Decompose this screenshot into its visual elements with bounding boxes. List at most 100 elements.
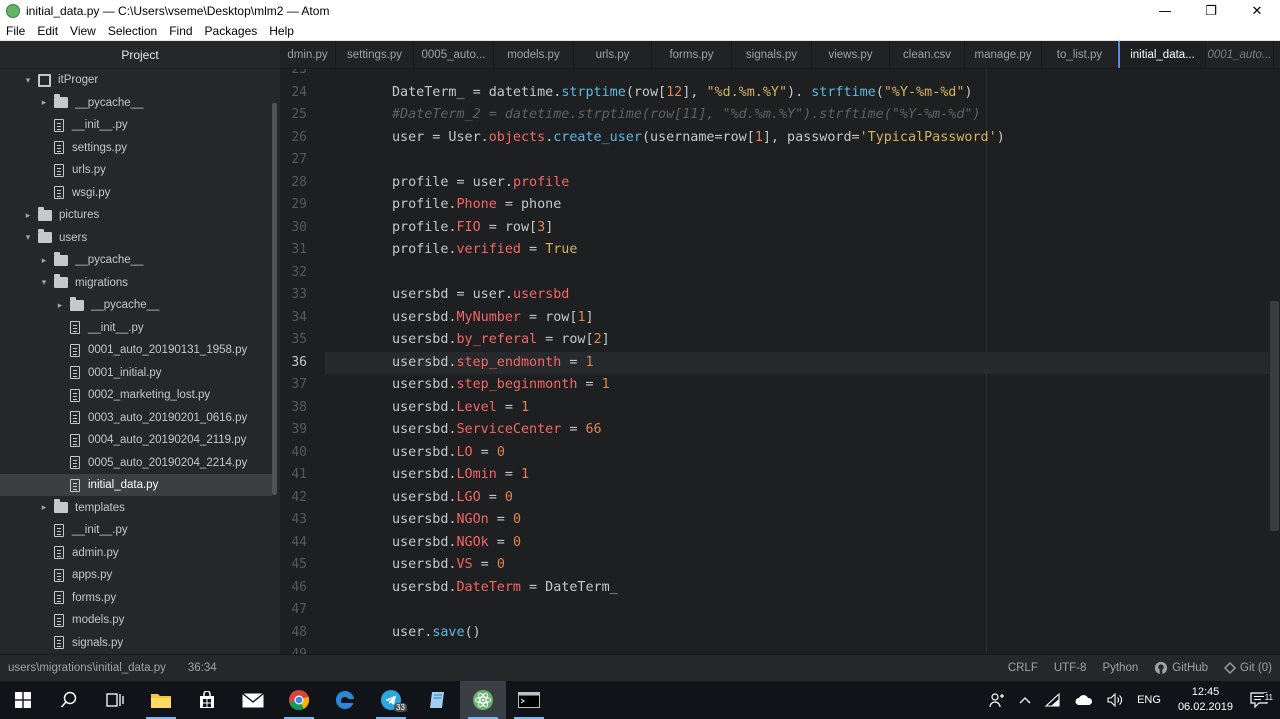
tree-item[interactable]: 0001_initial.py <box>0 362 272 384</box>
store-button[interactable] <box>184 681 230 719</box>
clock[interactable]: 12:45 06.02.2019 <box>1168 685 1243 715</box>
tree-item[interactable]: ▾ migrations <box>0 272 272 294</box>
file-icon <box>54 523 64 537</box>
tree-item[interactable]: initial_data.py <box>0 474 272 496</box>
tree-item[interactable]: ▸ __pycache__ <box>0 249 272 271</box>
editor-tab[interactable]: manage.py <box>965 41 1042 68</box>
tree-item[interactable]: ▸ __pycache__ <box>0 294 272 316</box>
telegram-button[interactable]: 33 <box>368 681 414 719</box>
tree-item-label: pictures <box>59 209 100 221</box>
status-github[interactable]: GitHub <box>1146 661 1216 675</box>
tree-item[interactable]: admin.py <box>0 542 272 564</box>
chevron-right-icon[interactable]: ▸ <box>38 502 50 513</box>
minimize-button[interactable]: — <box>1142 0 1188 22</box>
menu-packages[interactable]: Packages <box>199 24 264 38</box>
status-encoding[interactable]: UTF-8 <box>1046 662 1095 674</box>
editor-tab[interactable]: dmin.py <box>280 41 336 68</box>
chevron-right-icon[interactable]: ▸ <box>38 255 50 266</box>
onedrive-button[interactable] <box>1068 694 1100 706</box>
chevron-down-icon[interactable]: ▾ <box>22 232 34 243</box>
show-hidden-icons-button[interactable] <box>1012 696 1038 704</box>
tree-scrollbar[interactable] <box>272 103 277 495</box>
volume-button[interactable] <box>1100 693 1130 707</box>
tree-item[interactable]: models.py <box>0 609 272 631</box>
editor-tab[interactable]: views.py <box>812 41 890 68</box>
status-file-path[interactable]: users\migrations\initial_data.py <box>0 662 174 674</box>
chrome-button[interactable] <box>276 681 322 719</box>
menu-help[interactable]: Help <box>263 24 300 38</box>
code-token: usersbd. <box>392 354 457 370</box>
chevron-down-icon[interactable]: ▾ <box>38 277 50 288</box>
tree-item-label: migrations <box>75 276 129 289</box>
folder-icon <box>38 206 52 221</box>
chevron-right-icon[interactable]: ▸ <box>22 210 34 221</box>
people-button[interactable] <box>982 692 1012 708</box>
tree-item[interactable]: 0001_auto_20190131_1958.py <box>0 339 272 361</box>
chevron-right-icon[interactable]: ▸ <box>54 300 66 311</box>
menu-edit[interactable]: Edit <box>31 24 64 38</box>
tree-item[interactable]: ▾ users <box>0 227 272 249</box>
file-explorer-button[interactable] <box>138 681 184 719</box>
start-button[interactable] <box>0 681 46 719</box>
menu-find[interactable]: Find <box>163 24 198 38</box>
tree-item[interactable]: __init__.py <box>0 317 272 339</box>
terminal-button[interactable] <box>506 681 552 719</box>
tree-item[interactable]: signals.py <box>0 632 272 654</box>
code-token: ], <box>682 84 707 100</box>
chevron-down-icon[interactable]: ▾ <box>22 75 34 86</box>
tree-item[interactable]: 0004_auto_20190204_2119.py <box>0 429 272 451</box>
tree-item[interactable]: ▸ __pycache__ <box>0 92 272 114</box>
code-token: LO <box>456 444 473 460</box>
tree-item[interactable]: 0005_auto_20190204_2214.py <box>0 452 272 474</box>
atom-icon <box>473 690 493 710</box>
search-button[interactable] <box>46 681 92 719</box>
tree-item[interactable]: __init__.py <box>0 519 272 541</box>
editor-tab[interactable]: signals.py <box>732 41 812 68</box>
editor-scrollbar-thumb[interactable] <box>1270 301 1279 531</box>
tree-item[interactable]: ▾ itProger <box>0 69 272 91</box>
tree-item[interactable]: 0003_auto_20190201_0616.py <box>0 407 272 429</box>
maximize-button[interactable]: ❐ <box>1188 0 1234 22</box>
tree-item[interactable]: apps.py <box>0 564 272 586</box>
tree-item[interactable]: 0002_marketing_lost.py <box>0 384 272 406</box>
code-token: () <box>464 624 481 640</box>
close-button[interactable]: ✕ <box>1234 0 1280 22</box>
language-indicator[interactable]: ENG <box>1130 694 1168 706</box>
code-token: "%Y-%m-%d" <box>883 84 965 100</box>
notepad-button[interactable] <box>414 681 460 719</box>
tree-item-label: users <box>59 231 88 244</box>
editor-scrollbar[interactable] <box>1269 69 1280 654</box>
menu-view[interactable]: View <box>64 24 102 38</box>
tree-header[interactable]: Project <box>0 41 280 69</box>
atom-button[interactable] <box>460 681 506 719</box>
code-editor[interactable]: 23 24 25 26 27 28 29 30 31 32 33 34 35 36 37 38 39 40 41 42… <box>280 69 1280 654</box>
tree-item[interactable]: ▸ pictures <box>0 204 272 226</box>
editor-tab[interactable]: clean.csv <box>890 41 965 68</box>
tree-item[interactable]: __init__.py <box>0 114 272 136</box>
tree-item[interactable]: settings.py <box>0 137 272 159</box>
editor-tab[interactable]: settings.py <box>336 41 414 68</box>
status-cursor-position[interactable]: 36:34 <box>180 662 225 674</box>
editor-tab[interactable]: models.py <box>494 41 574 68</box>
tree-item[interactable]: ▸ templates <box>0 497 272 519</box>
status-line-ending[interactable]: CRLF <box>1000 662 1046 674</box>
menu-file[interactable]: File <box>0 24 31 38</box>
mail-button[interactable] <box>230 681 276 719</box>
tree-item[interactable]: urls.py <box>0 159 272 181</box>
editor-tab[interactable]: 0005_auto... <box>414 41 494 68</box>
tree-item[interactable]: wsgi.py <box>0 182 272 204</box>
status-git[interactable]: Git (0) <box>1216 662 1280 674</box>
editor-tab[interactable]: 0001_auto... <box>1206 41 1274 68</box>
action-center-button[interactable]: 11 <box>1243 692 1280 708</box>
tree-item[interactable]: forms.py <box>0 587 272 609</box>
menu-selection[interactable]: Selection <box>102 24 163 38</box>
editor-tab[interactable]: to_list.py <box>1042 41 1118 68</box>
editor-tab[interactable]: forms.py <box>652 41 732 68</box>
edge-button[interactable] <box>322 681 368 719</box>
editor-tab[interactable]: initial_data... <box>1118 41 1206 68</box>
task-view-button[interactable] <box>92 681 138 719</box>
status-grammar[interactable]: Python <box>1094 662 1146 674</box>
editor-tab[interactable]: urls.py <box>574 41 652 68</box>
wifi-button[interactable] <box>1038 693 1068 707</box>
chevron-right-icon[interactable]: ▸ <box>38 97 50 108</box>
